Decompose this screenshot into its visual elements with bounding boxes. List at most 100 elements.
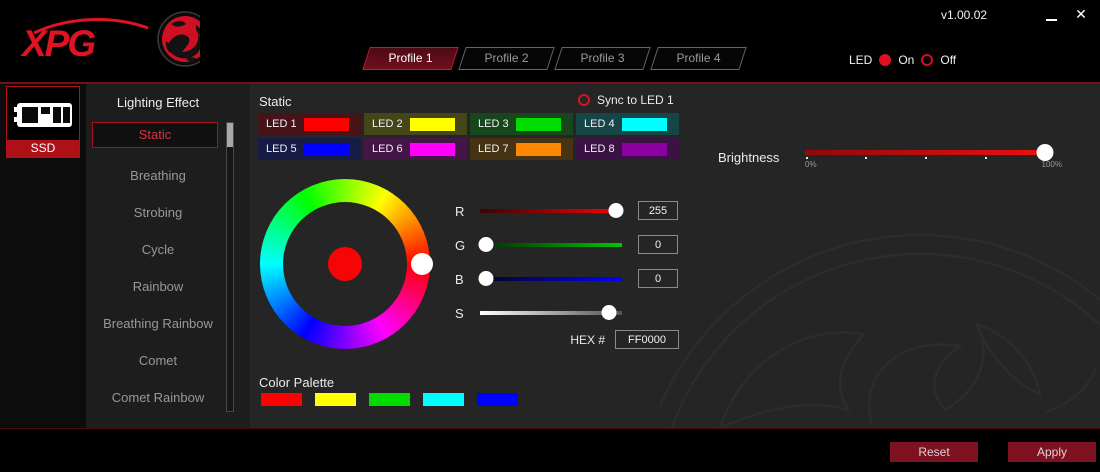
palette-chip-blue[interactable] [477, 393, 518, 406]
slider-r-thumb[interactable] [609, 203, 624, 218]
led-4-label: LED 4 [584, 118, 615, 130]
led-on-radio[interactable] [879, 54, 891, 66]
color-wheel[interactable] [260, 179, 430, 349]
effect-item-breathing-rainbow[interactable]: Breathing Rainbow [86, 314, 230, 334]
led-cell-1[interactable]: LED 1 [258, 113, 361, 135]
brightness-max-label: 100% [1042, 160, 1062, 169]
tab-profile-4[interactable]: Profile 4 [650, 47, 746, 70]
effect-item-breathing[interactable]: Breathing [86, 166, 230, 186]
led-4-swatch [622, 118, 667, 131]
effect-item-strobing[interactable]: Strobing [86, 203, 230, 223]
led-cell-6[interactable]: LED 6 [364, 138, 467, 160]
brightness-label: Brightness [718, 150, 779, 165]
led-cell-7[interactable]: LED 7 [470, 138, 573, 160]
content-area: SSD Lighting Effect Static Breathing Str… [0, 82, 1100, 429]
tab-profile-3-label: Profile 3 [559, 48, 646, 69]
led-cell-4[interactable]: LED 4 [576, 113, 679, 135]
led-7-label: LED 7 [478, 143, 509, 155]
effect-item-comet-rainbow[interactable]: Comet Rainbow [86, 388, 230, 408]
current-color-dot [328, 247, 362, 281]
color-wheel-handle[interactable] [411, 253, 433, 275]
palette-chip-green[interactable] [369, 393, 410, 406]
effect-item-static[interactable]: Static [92, 122, 218, 148]
tab-profile-2[interactable]: Profile 2 [458, 47, 554, 70]
brightness-min-label: 0% [805, 160, 817, 169]
close-button[interactable]: ✕ [1071, 3, 1091, 25]
radio-ring-icon [578, 94, 590, 106]
version-text: v1.00.02 [941, 8, 987, 22]
xpg-rgb-app-window: XPG Profile 1 Profile 2 Profile 3 Profil… [0, 0, 1100, 472]
slider-g-label: G [455, 238, 475, 253]
slider-s-thumb[interactable] [602, 305, 617, 320]
static-panel: Static Sync to LED 1 LED 1 LED 2 LED 3 L… [250, 84, 1100, 428]
slider-b-label: B [455, 272, 475, 287]
effect-item-comet[interactable]: Comet [86, 351, 230, 371]
led-6-swatch [410, 143, 455, 156]
sync-label: Sync to LED 1 [597, 93, 674, 107]
tab-profile-3[interactable]: Profile 3 [554, 47, 650, 70]
r-value-input[interactable] [638, 201, 678, 220]
effects-scrollbar-thumb[interactable] [227, 123, 233, 147]
led-5-swatch [304, 143, 349, 156]
device-card-ssd[interactable]: SSD [6, 86, 80, 158]
tab-profile-1-label: Profile 1 [367, 48, 454, 69]
hex-label: HEX # [530, 333, 605, 347]
led-2-swatch [410, 118, 455, 131]
led-1-label: LED 1 [266, 118, 297, 130]
led-on-label: On [898, 53, 914, 67]
device-column: SSD [0, 84, 86, 428]
led-off-radio[interactable] [921, 54, 933, 66]
hex-value-input[interactable] [615, 330, 679, 349]
slider-g-track[interactable] [480, 243, 622, 247]
palette-chip-red[interactable] [261, 393, 302, 406]
tab-profile-1[interactable]: Profile 1 [362, 47, 458, 70]
palette-chip-yellow[interactable] [315, 393, 356, 406]
slider-r-label: R [455, 204, 475, 219]
g-value-input[interactable] [638, 235, 678, 254]
brightness-tick-0 [806, 157, 808, 159]
brightness-slider: 0% 100% [805, 142, 1045, 172]
apply-button[interactable]: Apply [1008, 442, 1096, 462]
ssd-icon [12, 99, 74, 131]
tab-profile-4-label: Profile 4 [655, 48, 742, 69]
brightness-thumb[interactable] [1037, 144, 1054, 161]
brightness-tick-50 [925, 157, 927, 159]
tab-profile-2-label: Profile 2 [463, 48, 550, 69]
slider-r-track[interactable] [480, 209, 622, 213]
led-3-swatch [516, 118, 561, 131]
slider-g-thumb[interactable] [478, 237, 493, 252]
effects-scrollbar[interactable] [226, 122, 234, 412]
effect-item-rainbow[interactable]: Rainbow [86, 277, 230, 297]
slider-s-label: S [455, 306, 475, 321]
brightness-tick-25 [865, 157, 867, 159]
effect-item-cycle[interactable]: Cycle [86, 240, 230, 260]
led-5-label: LED 5 [266, 143, 297, 155]
led-cell-2[interactable]: LED 2 [364, 113, 467, 135]
color-palette-label: Color Palette [259, 375, 334, 390]
minimize-icon [1046, 19, 1057, 21]
titlebar: XPG Profile 1 Profile 2 Profile 3 Profil… [0, 0, 1100, 82]
device-label: SSD [7, 140, 79, 157]
led-8-swatch [622, 143, 667, 156]
led-cell-8[interactable]: LED 8 [576, 138, 679, 160]
led-1-swatch [304, 118, 349, 131]
brightness-tick-75 [985, 157, 987, 159]
effects-sidebar: Lighting Effect Static Breathing Strobin… [86, 84, 250, 428]
sync-to-led1-radio[interactable]: Sync to LED 1 [578, 93, 674, 107]
led-7-swatch [516, 143, 561, 156]
b-value-input[interactable] [638, 269, 678, 288]
led-toggle-label: LED [849, 53, 872, 67]
led-cell-3[interactable]: LED 3 [470, 113, 573, 135]
palette-chip-cyan[interactable] [423, 393, 464, 406]
slider-s-track[interactable] [480, 311, 622, 315]
slider-b-thumb[interactable] [478, 271, 493, 286]
led-3-label: LED 3 [478, 118, 509, 130]
minimize-button[interactable] [1044, 4, 1060, 26]
led-6-label: LED 6 [372, 143, 403, 155]
led-2-label: LED 2 [372, 118, 403, 130]
led-cell-5[interactable]: LED 5 [258, 138, 361, 160]
brightness-track[interactable] [805, 150, 1045, 155]
reset-button[interactable]: Reset [890, 442, 978, 462]
slider-b-track[interactable] [480, 277, 622, 281]
led-power-toggle: LED On Off [849, 52, 956, 68]
